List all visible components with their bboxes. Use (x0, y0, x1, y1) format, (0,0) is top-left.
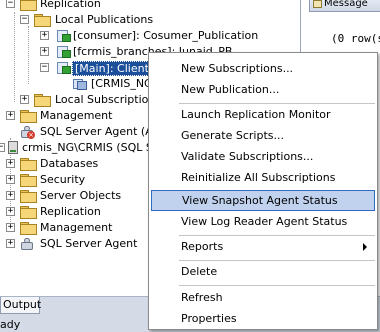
tree-node-label: Management (40, 109, 113, 122)
expand-icon[interactable]: + (40, 47, 49, 56)
tree-node-label: [consumer]: Cosumer_Publication (73, 29, 259, 42)
expand-icon[interactable]: + (6, 223, 15, 232)
tree-node-label: SQL Server Agent (40, 237, 138, 250)
publication-icon (56, 29, 72, 43)
collapse-icon[interactable]: − (0, 143, 5, 152)
menu-item-launch-replication-monitor[interactable]: Launch Replication Monitor (151, 104, 375, 125)
tab-output[interactable]: Output (0, 297, 41, 314)
menu-item-properties[interactable]: Properties (151, 308, 375, 329)
collapse-icon[interactable]: − (20, 15, 29, 24)
folder-icon (34, 94, 51, 107)
tree-node-label: Security (40, 173, 86, 186)
context-menu: New Subscriptions... New Publication... … (148, 52, 378, 330)
menu-item-view-snapshot-agent-status[interactable]: View Snapshot Agent Status (151, 190, 375, 211)
folder-icon (34, 14, 51, 27)
menu-item-refresh[interactable]: Refresh (151, 287, 375, 308)
folder-icon (20, 158, 37, 171)
folder-icon (20, 190, 37, 203)
tree-node-label: Local Subscriptions (55, 93, 162, 106)
agent-icon (20, 237, 35, 251)
server-icon (6, 141, 20, 155)
message-icon (313, 0, 322, 8)
menu-item-validate-subscriptions[interactable]: Validate Subscriptions... (151, 146, 375, 167)
tab-messages[interactable]: Message (309, 0, 380, 12)
agent-stopped-icon: × (20, 125, 35, 139)
tree-node-local-publications[interactable]: − Local Publications (0, 12, 300, 28)
folder-icon (20, 0, 37, 11)
collapse-icon[interactable]: − (40, 63, 49, 72)
tab-label: Message (324, 0, 368, 9)
folder-icon (20, 110, 37, 123)
folder-icon (20, 206, 37, 219)
message-text: (0 row(s (331, 32, 380, 45)
tree-node-label: Replication (40, 0, 101, 10)
menu-item-new-publication[interactable]: New Publication... (151, 79, 375, 100)
tree-node-label: Replication (40, 205, 101, 218)
folder-icon (20, 222, 37, 235)
menu-item-new-subscriptions[interactable]: New Subscriptions... (151, 58, 375, 79)
submenu-arrow-icon (363, 243, 367, 251)
status-bar-text: ady (0, 318, 21, 331)
tree-node-label: Server Objects (40, 189, 122, 202)
expand-icon[interactable]: + (6, 239, 15, 248)
expand-icon[interactable]: + (6, 207, 15, 216)
tree-node-label: Databases (40, 157, 99, 170)
collapse-icon[interactable]: − (6, 0, 15, 8)
folder-icon (20, 174, 37, 187)
subscription-icon (72, 77, 88, 91)
tree-node-label: Local Publications (55, 13, 154, 26)
tree-node-label: Management (40, 221, 113, 234)
menu-item-generate-scripts[interactable]: Generate Scripts... (151, 125, 375, 146)
publication-icon (56, 61, 72, 75)
menu-item-reinitialize-all-subscriptions[interactable]: Reinitialize All Subscriptions (151, 167, 375, 188)
expand-icon[interactable]: + (6, 191, 15, 200)
tree-node-replication[interactable]: − Replication (0, 0, 300, 12)
tree-node-publication-consumer[interactable]: + [consumer]: Cosumer_Publication (0, 28, 300, 44)
menu-item-reports[interactable]: Reports (151, 236, 375, 257)
menu-item-view-log-reader-agent-status[interactable]: View Log Reader Agent Status (151, 211, 375, 232)
menu-item-delete[interactable]: Delete (151, 261, 375, 282)
menu-item-label: Reports (181, 240, 224, 253)
expand-icon[interactable]: + (6, 111, 15, 120)
expand-icon[interactable]: + (40, 31, 49, 40)
expand-icon[interactable]: + (20, 95, 29, 104)
menu-separator (179, 285, 375, 286)
publication-icon (56, 45, 72, 59)
expand-icon[interactable]: + (6, 159, 15, 168)
expand-icon[interactable]: + (6, 175, 15, 184)
